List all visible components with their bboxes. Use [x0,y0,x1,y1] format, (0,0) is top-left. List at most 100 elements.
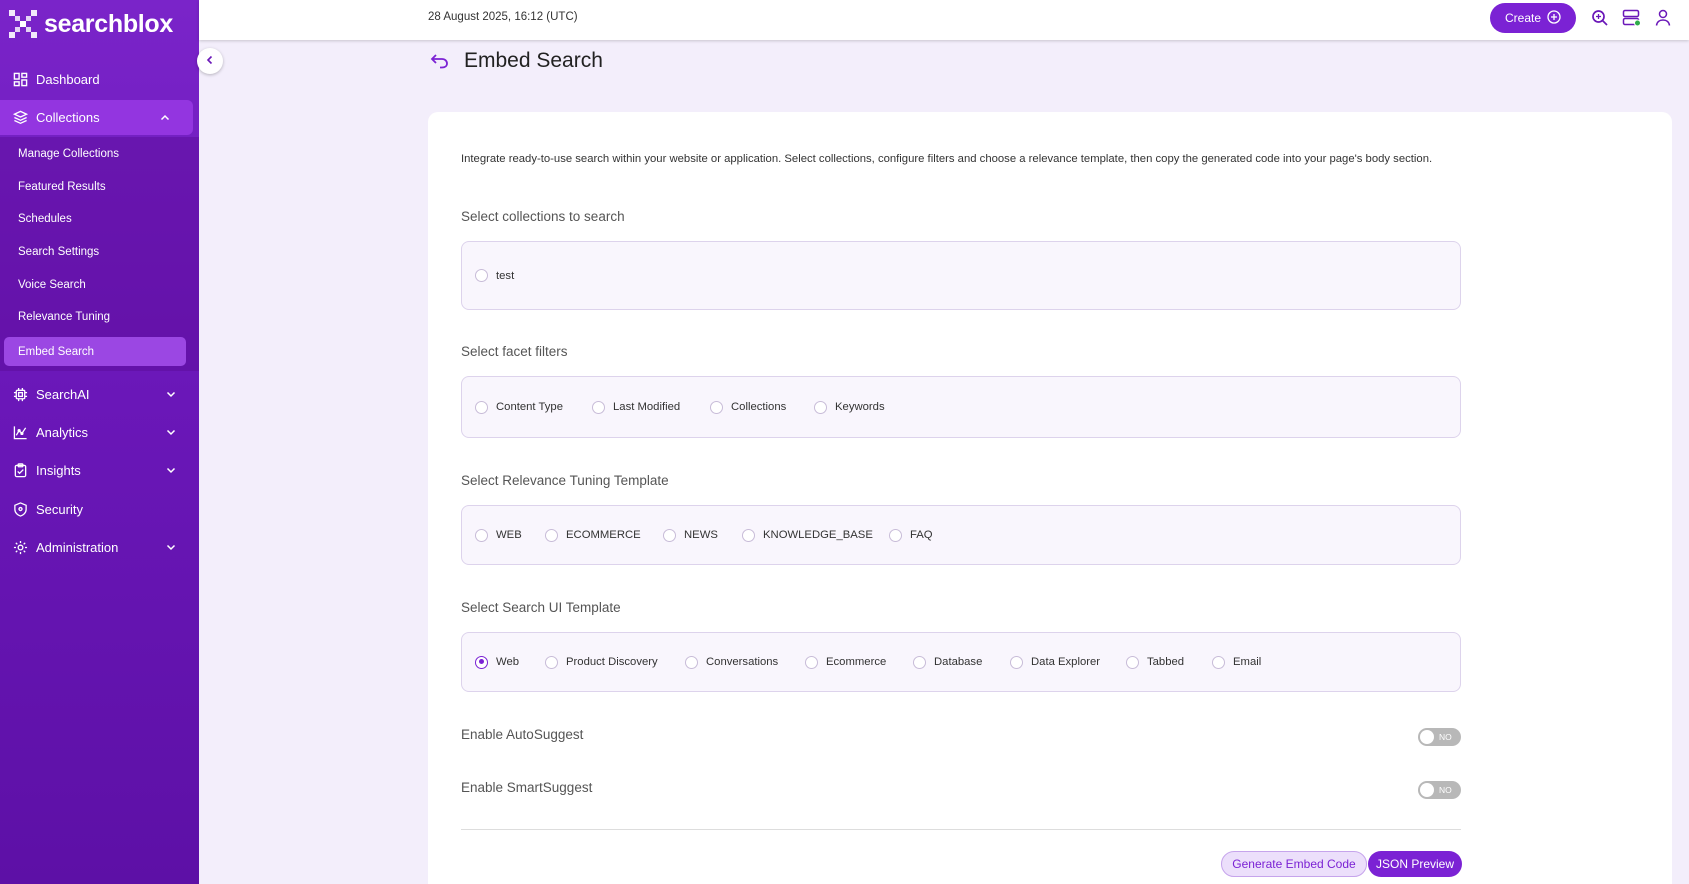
server-status-icon[interactable] [1622,8,1642,28]
relevance-option-web[interactable]: WEB [475,506,522,564]
checkbox[interactable] [592,400,605,414]
relevance-option-knowledge-base[interactable]: KNOWLEDGE_BASE [742,506,873,564]
searchblox-logo-icon [6,7,40,41]
radio-button[interactable] [1010,655,1023,669]
ui-template-option-box: Web Product Discovery Conversations Ecom… [461,632,1461,692]
radio-button[interactable] [805,655,818,669]
divider [461,829,1461,830]
sidebar-subitem-featured-results[interactable]: Featured Results [18,176,106,198]
radio-button[interactable] [685,655,698,669]
relevance-option-ecommerce[interactable]: ECOMMERCE [545,506,641,564]
create-button[interactable]: Create [1490,3,1576,33]
generate-embed-code-button[interactable]: Generate Embed Code [1221,851,1367,877]
embed-search-card: Integrate ready-to-use search within you… [428,112,1672,884]
back-arrow-icon[interactable] [430,52,450,70]
chip-icon [12,386,28,402]
plus-circle-icon [1547,9,1561,27]
radio-button[interactable] [475,528,488,542]
ui-template-option-database[interactable]: Database [913,633,982,691]
sidebar-item-dashboard[interactable]: Dashboard [0,61,199,97]
json-preview-button[interactable]: JSON Preview [1368,851,1462,877]
ui-template-option-ecommerce[interactable]: Ecommerce [805,633,886,691]
collections-option-box: test [461,241,1461,310]
user-icon[interactable] [1653,8,1673,28]
analytics-icon [12,424,28,440]
collection-option-test[interactable]: test [475,242,514,309]
search-icon[interactable] [1590,8,1610,28]
ui-template-option-conversations[interactable]: Conversations [685,633,778,691]
radio-button[interactable] [545,528,558,542]
checkbox[interactable] [814,400,827,414]
relevance-section-label: Select Relevance Tuning Template [461,473,669,488]
autosuggest-toggle-state: NO [1439,732,1452,742]
sidebar-item-collections[interactable]: Collections [0,100,193,135]
ui-template-option-web[interactable]: Web [475,633,519,691]
create-button-label: Create [1504,11,1542,25]
sidebar-subitem-voice-search[interactable]: Voice Search [18,274,86,296]
ui-template-option-email[interactable]: Email [1212,633,1261,691]
radio-button[interactable] [1126,655,1139,669]
relevance-option-news[interactable]: NEWS [663,506,718,564]
sidebar-item-label: SearchAI [36,386,90,402]
smartsuggest-label: Enable SmartSuggest [461,780,593,795]
sidebar-item-label: Analytics [36,424,89,440]
chevron-down-icon [165,388,177,400]
layers-icon [12,110,28,126]
chevron-down-icon [165,426,177,438]
autosuggest-label: Enable AutoSuggest [461,727,584,742]
smartsuggest-toggle[interactable]: NO [1418,781,1461,799]
relevance-option-faq[interactable]: FAQ [889,506,933,564]
sidebar-item-label: Security [36,501,83,517]
dashboard-icon [12,71,28,87]
sidebar-subitem-search-settings[interactable]: Search Settings [18,241,99,263]
relevance-option-box: WEB ECOMMERCE NEWS KNOWLEDGE_BASE FAQ [461,505,1461,565]
checkbox[interactable] [475,269,488,282]
smartsuggest-toggle-state: NO [1439,785,1452,795]
facet-option-collections[interactable]: Collections [710,377,786,437]
autosuggest-toggle[interactable]: NO [1418,728,1461,746]
collections-submenu: Manage Collections Featured Results Sche… [0,137,199,371]
radio-button[interactable] [889,528,902,542]
facets-option-box: Content Type Last Modified Collections K… [461,376,1461,438]
top-bar: 28 August 2025, 16:12 (UTC) Create [199,0,1689,40]
sidebar-subitem-manage-collections[interactable]: Manage Collections [18,143,119,165]
brand-logo[interactable]: searchblox [6,6,173,42]
facet-option-last-modified[interactable]: Last Modified [592,377,680,437]
clipboard-icon [12,462,28,478]
facet-option-content-type[interactable]: Content Type [475,377,563,437]
gear-icon [12,539,28,555]
page-title: Embed Search [464,49,603,72]
collections-section-label: Select collections to search [461,209,625,224]
sidebar-subitem-relevance-tuning[interactable]: Relevance Tuning [18,306,110,328]
radio-button[interactable] [913,655,926,669]
radio-button-selected[interactable] [475,655,488,669]
sidebar-item-label: Administration [36,539,119,555]
sidebar-item-administration[interactable]: Administration [0,529,199,565]
facet-option-keywords[interactable]: Keywords [814,377,885,437]
sidebar-item-insights[interactable]: Insights [0,452,199,488]
facets-section-label: Select facet filters [461,344,568,359]
chevron-left-icon [205,52,215,70]
radio-button[interactable] [742,528,755,542]
radio-button[interactable] [1212,655,1225,669]
chevron-up-icon [159,112,171,124]
collapse-sidebar-button[interactable] [197,48,223,74]
ui-template-option-data-explorer[interactable]: Data Explorer [1010,633,1100,691]
sidebar-item-security[interactable]: Security [0,491,199,527]
sidebar-item-searchai[interactable]: SearchAI [0,376,199,412]
radio-button[interactable] [545,655,558,669]
radio-button[interactable] [663,528,676,542]
intro-text: Integrate ready-to-use search within you… [461,153,1433,165]
chevron-down-icon [165,464,177,476]
shield-icon [12,501,28,517]
ui-template-option-tabbed[interactable]: Tabbed [1126,633,1184,691]
sidebar-subitem-embed-search[interactable]: Embed Search [4,337,186,366]
sidebar-item-label: Insights [36,462,81,478]
ui-template-section-label: Select Search UI Template [461,600,621,615]
sidebar-item-analytics[interactable]: Analytics [0,414,199,450]
sidebar-subitem-schedules[interactable]: Schedules [18,208,72,230]
checkbox[interactable] [710,400,723,414]
ui-template-option-product-discovery[interactable]: Product Discovery [545,633,658,691]
checkbox[interactable] [475,400,488,414]
chevron-down-icon [165,541,177,553]
